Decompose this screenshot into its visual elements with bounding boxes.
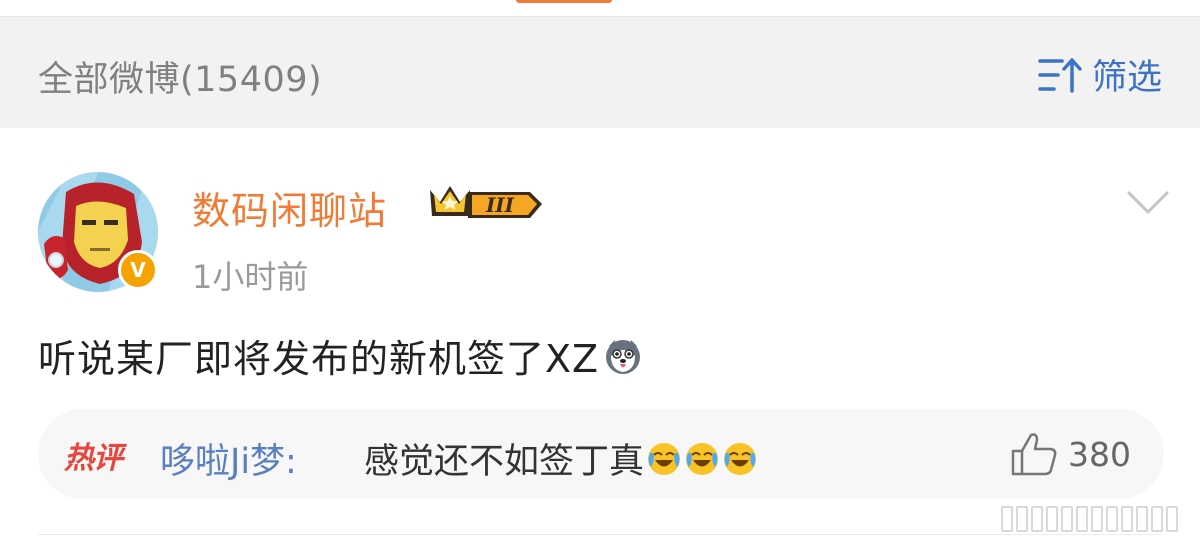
hot-comment-user[interactable]: 哆啦Ji梦:	[160, 433, 297, 484]
divider	[38, 534, 1162, 535]
laugh-cry-emoji-icon	[724, 442, 757, 475]
thumbs-up-icon[interactable]	[1010, 431, 1058, 477]
watermark-block	[1166, 506, 1178, 532]
watermark-block	[1121, 506, 1133, 532]
sort-up-icon	[1038, 57, 1082, 93]
hot-comment-body: 感觉还不如签丁真	[364, 442, 645, 482]
filter-label: 筛选	[1091, 58, 1162, 98]
all-posts-count: 全部微博(15409)	[38, 60, 323, 100]
watermark-block	[1136, 506, 1148, 532]
filter-button[interactable]: 筛选	[1038, 49, 1162, 100]
laugh-cry-emoji-icon	[686, 442, 719, 475]
watermark-block	[1001, 506, 1013, 532]
top-strip	[0, 0, 1200, 16]
filter-bar: 全部微博(15409) 筛选	[0, 16, 1200, 129]
watermark-block	[1076, 506, 1088, 532]
active-tab-indicator	[516, 0, 612, 3]
watermark-block	[1061, 506, 1073, 532]
like-count: 380	[1068, 435, 1131, 474]
crown-level-badge-icon[interactable]: III	[428, 180, 544, 224]
watermark-block	[1151, 506, 1163, 532]
watermark-block	[1106, 506, 1118, 532]
level-badge-text: III	[485, 193, 515, 217]
watermark-block	[1016, 506, 1028, 532]
hot-comment[interactable]: 热评 哆啦Ji梦: 感觉还不如签丁真 380	[38, 409, 1164, 499]
post-timestamp: 1小时前	[192, 258, 309, 296]
laugh-cry-emoji-icon	[648, 442, 681, 475]
post-username[interactable]: 数码闲聊站	[192, 180, 387, 235]
chevron-down-icon[interactable]	[1126, 188, 1170, 216]
post-card: V 数码闲聊站 III 1小时前 听说某厂即将发布的新机签了XZ 热评 哆啦Ji…	[0, 128, 1200, 555]
watermark-block	[1046, 506, 1058, 532]
watermark-blocks	[1001, 506, 1178, 532]
hot-comment-tag: 热评	[64, 441, 123, 476]
watermark-block	[1091, 506, 1103, 532]
verified-v-icon: V	[118, 250, 158, 290]
post-content: 听说某厂即将发布的新机签了XZ	[38, 328, 643, 383]
hot-comment-separator: :	[285, 442, 297, 482]
hot-comment-username[interactable]: 哆啦Ji梦	[160, 442, 285, 482]
hot-comment-text: 感觉还不如签丁真	[364, 433, 758, 484]
watermark-block	[1031, 506, 1043, 532]
avatar[interactable]: V	[38, 172, 158, 292]
post-content-text: 听说某厂即将发布的新机签了XZ	[38, 337, 600, 381]
husky-dog-emoji	[606, 339, 641, 374]
